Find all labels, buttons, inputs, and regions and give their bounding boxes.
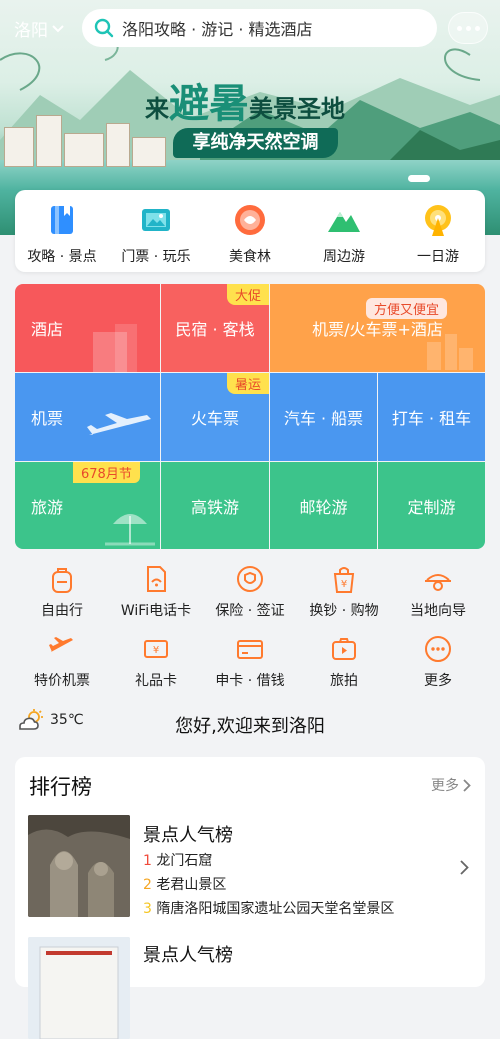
city-selector[interactable]: 洛阳 [14,16,64,41]
ranking-item-3[interactable]: 3 隋唐洛阳城国家遗址公园天堂名堂景区 [143,898,394,918]
ticket-icon [142,209,170,231]
service-credit-card[interactable]: 申卡 · 借钱 [200,634,300,690]
building-photo [28,937,130,1039]
weather: 35℃ [16,708,84,732]
quick-nav-guide[interactable]: 攻略 · 景点 [17,202,107,272]
more-options-button[interactable] [448,12,488,44]
currency-bag-icon: ¥ [333,567,355,593]
chevron-right-icon [463,778,471,792]
plane-icon [49,637,73,652]
grid-hsr[interactable]: 高铁游 [161,462,269,549]
banner-title-big: 避暑 [169,81,249,127]
ranking-item-2[interactable]: 2 老君山景区 [143,874,226,894]
chevron-right-icon[interactable] [460,860,469,875]
svg-text:¥: ¥ [341,579,347,590]
grid-flight-train-hotel[interactable]: 机票/火车票+酒店 方便又便宜 [270,284,485,372]
service-grid: 酒店 民宿 · 客栈 大促 机票/火车票+酒店 方便又便宜 机票 火车票 暑运 … [15,284,485,549]
service-local-guide[interactable]: 当地向导 [388,564,488,620]
quick-nav-tickets[interactable]: 门票 · 玩乐 [111,202,201,272]
hotel-building-icon [93,324,137,372]
grid-travel[interactable]: 旅游 678月节 [15,462,160,549]
second-ranking-thumbnail[interactable] [28,937,130,1039]
more-dots-icon [425,636,451,662]
ranking-item-1[interactable]: 1 龙门石窟 [143,850,212,870]
service-special-flights[interactable]: 特价机票 [12,634,112,690]
grid-cruise[interactable]: 邮轮游 [270,462,377,549]
quick-nav: 攻略 · 景点 门票 · 玩乐 美食林 周边游 一日游 [15,190,485,272]
ranking-heading-2[interactable]: 景点人气榜 [143,941,233,967]
search-icon [94,18,114,38]
city-skyline-icon [427,334,473,370]
service-more[interactable]: 更多 [388,634,488,690]
service-travel-photo[interactable]: 旅拍 [294,634,394,690]
guide-book-icon [51,206,73,234]
quick-nav-nearby[interactable]: 周边游 [299,202,389,272]
longmen-grottoes-thumbnail[interactable] [28,815,130,917]
partly-sunny-icon [19,709,43,730]
credit-card-icon [237,640,263,659]
promo-tag: 方便又便宜 [365,298,447,319]
ranking-more-link[interactable]: 更多 [431,775,471,795]
ranking-card: 排行榜 更多 景点人气榜 1 龙门石窟 2 老君山景区 3 隋唐洛阳城国家遗址公… [15,757,485,1039]
service-insurance-visa[interactable]: 保险 · 签证 [200,564,300,620]
grid-hotel[interactable]: 酒店 [15,284,160,372]
chevron-down-icon [52,24,64,32]
gift-card-icon: ¥ [144,640,168,658]
ranking-heading[interactable]: 景点人气榜 [143,821,233,847]
banner-title-pre: 来 [145,95,169,123]
ranking-title: 排行榜 [29,775,92,799]
grid-homestay[interactable]: 民宿 · 客栈 大促 [161,284,269,372]
grid-custom[interactable]: 定制游 [378,462,485,549]
grid-taxi[interactable]: 打车 · 租车 [378,373,485,461]
promo-tag: 678月节 [73,462,140,483]
carousel-indicator[interactable] [408,175,430,182]
quick-nav-food[interactable]: 美食林 [205,202,295,272]
quick-nav-day-trip[interactable]: 一日游 [393,202,483,272]
wifi-card-icon [147,566,166,592]
grotto-buddha-image [28,815,130,917]
grid-flight[interactable]: 机票 [15,373,160,461]
banner-title-post: 美景圣地 [249,95,345,123]
food-icon [235,205,265,235]
camera-icon [332,638,356,660]
service-currency-shopping[interactable]: ¥ 换钞 · 购物 [294,564,394,620]
temperature: 35℃ [50,712,84,728]
service-gift-card[interactable]: ¥ 礼品卡 [106,634,206,690]
search-placeholder: 洛阳攻略 · 游记 · 精选酒店 [122,20,313,39]
guide-hat-icon [425,574,451,591]
shield-icon [237,566,263,592]
banner-subtitle: 享纯净天然空调 [173,128,338,158]
ferris-wheel-icon [425,205,451,236]
service-wifi-card[interactable]: WiFi电话卡 [106,564,206,620]
backpack-icon [52,568,72,593]
promo-tag: 暑运 [226,373,269,394]
beach-umbrella-icon [105,514,155,546]
city-name: 洛阳 [14,21,48,41]
grid-train[interactable]: 火车票 暑运 [161,373,269,461]
banner-title: 来 避暑 美景圣地 [145,78,375,124]
promo-tag: 大促 [226,284,269,305]
airplane-icon [87,413,151,435]
service-free-travel[interactable]: 自由行 [12,564,112,620]
grid-bus-ship[interactable]: 汽车 · 船票 [270,373,377,461]
mountain-icon [328,212,360,232]
search-bar[interactable]: 洛阳攻略 · 游记 · 精选酒店 [82,9,437,47]
svg-text:¥: ¥ [153,645,159,656]
